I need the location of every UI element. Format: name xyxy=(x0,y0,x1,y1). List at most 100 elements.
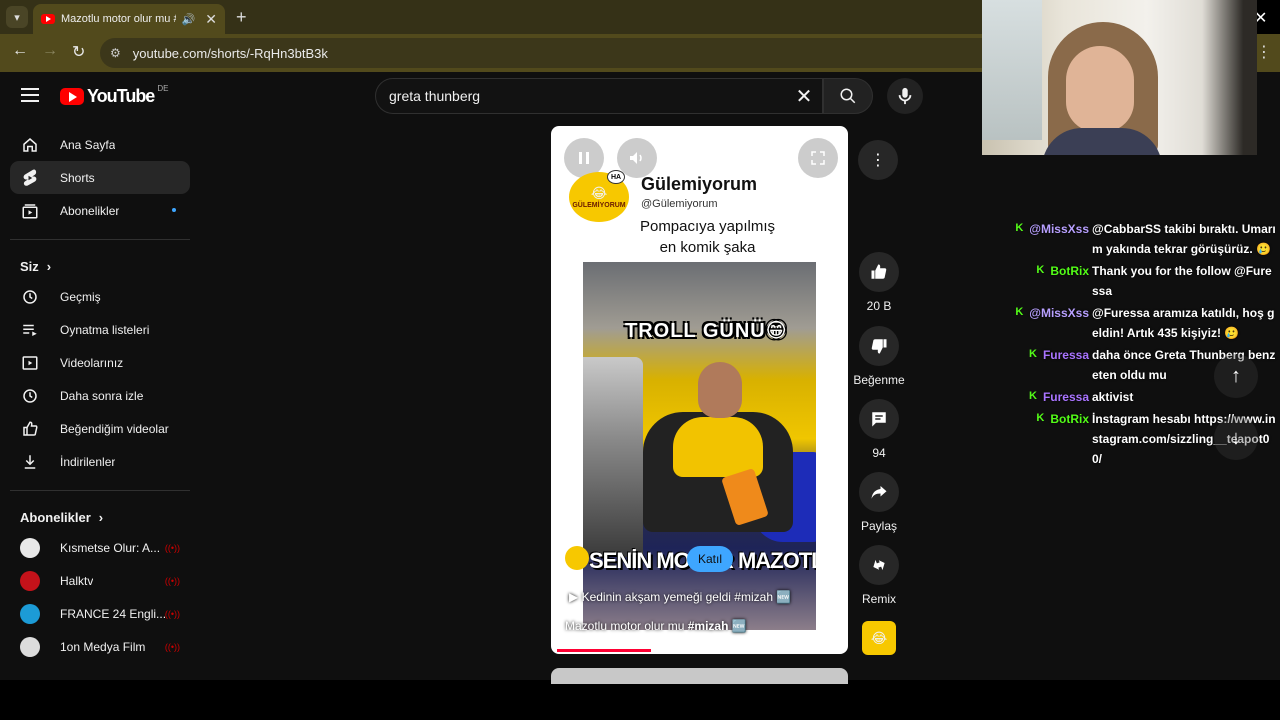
tab-search-chevron-icon[interactable]: ▾ xyxy=(6,6,28,28)
comments-button[interactable] xyxy=(859,399,899,439)
search-input[interactable]: greta thunberg xyxy=(389,88,791,104)
thumbs-up-icon xyxy=(871,264,887,279)
dislike-button[interactable] xyxy=(859,326,899,366)
like-button[interactable] xyxy=(859,252,899,292)
sidebar-item-label: Abonelikler xyxy=(60,203,120,218)
laughing-emoji-icon: 😂 xyxy=(590,185,608,201)
remix-action[interactable]: Remix xyxy=(853,545,905,606)
live-icon: ((•)) xyxy=(164,641,180,652)
live-icon: ((•)) xyxy=(164,575,180,586)
previous-short-button[interactable]: ↑ xyxy=(1214,354,1258,398)
shorts-icon xyxy=(20,168,40,188)
sidebar: Ana Sayfa Shorts Abonelikler Siz › Geçmi… xyxy=(0,128,200,680)
more-options-icon[interactable]: ⋮ xyxy=(858,140,898,180)
chat-username: @MissXss xyxy=(1029,306,1089,320)
sidebar-item-label: İndirilenler xyxy=(60,454,116,469)
remix-icon xyxy=(873,559,885,571)
channel-name[interactable]: Gülemiyorum xyxy=(641,174,757,195)
sound-thumbnail[interactable]: 😂 xyxy=(862,621,896,655)
suggested-video-title: Kedinin akşam yemeği geldi #mizah 🆕 xyxy=(581,590,792,604)
hashtag-link[interactable]: #mizah xyxy=(688,619,729,633)
attendant-head-graphic xyxy=(698,362,742,418)
next-short-preview[interactable] xyxy=(551,668,848,684)
kick-badge-icon: K xyxy=(1029,348,1037,360)
caption-line: en komik şaka xyxy=(659,239,756,256)
speaker-icon[interactable]: 🔊 xyxy=(182,13,196,26)
webcam-overlay xyxy=(982,0,1257,155)
share-button[interactable] xyxy=(859,472,899,512)
browser-tab[interactable]: Mazotlu motor olur mu #mizah 🔊 ✕ xyxy=(33,4,225,34)
youtube-logo[interactable]: YouTube DE xyxy=(60,84,169,107)
suggested-video-link[interactable]: ▶ Kedinin akşam yemeği geldi #mizah 🆕 xyxy=(569,590,791,604)
next-short-button[interactable]: ↓ xyxy=(1214,416,1258,460)
progress-fill xyxy=(557,649,652,652)
chat-text: @CabbarSS takibi bıraktı. Umarım yakında… xyxy=(1092,222,1276,256)
history-icon xyxy=(20,287,40,307)
video-overlay-title: TROLL GÜNÜ😁 xyxy=(625,320,788,342)
arrow-down-icon: ↓ xyxy=(1231,426,1241,449)
subscription-item[interactable]: FRANCE 24 Engli... ((•)) xyxy=(10,597,190,630)
shorts-player[interactable]: 😂 GÜLEMİYORUM HA Gülemiyorum @Gülemiyoru… xyxy=(551,126,848,654)
sidebar-item-label: Videolarınız xyxy=(60,355,124,370)
short-title: Mazotlu motor olur mu #mizah 🆕 xyxy=(565,619,747,633)
subscriptions-icon xyxy=(20,201,40,221)
kick-badge-icon: K xyxy=(1029,390,1037,402)
new-tab-plus-icon[interactable]: + xyxy=(236,7,247,28)
dislike-action[interactable]: Beğenme xyxy=(853,326,905,387)
voice-search-button[interactable] xyxy=(887,78,923,114)
divider xyxy=(10,239,190,240)
section-title-you[interactable]: Siz › xyxy=(0,252,200,280)
share-label: Paylaş xyxy=(860,519,898,533)
reload-icon[interactable]: ↻ xyxy=(72,42,85,62)
kick-badge-icon: K xyxy=(1036,264,1045,276)
browser-menu-icon[interactable]: ⋮ xyxy=(1256,42,1272,62)
section-title-subscriptions[interactable]: Abonelikler › xyxy=(0,503,200,531)
share-arrow-icon xyxy=(871,486,887,499)
subscription-label: FRANCE 24 Engli... xyxy=(60,606,167,621)
site-info-icon[interactable]: ⚙ xyxy=(110,46,121,60)
tab-close-icon[interactable]: ✕ xyxy=(205,11,217,28)
country-code: DE xyxy=(157,84,169,93)
sidebar-item-subscriptions[interactable]: Abonelikler xyxy=(10,194,190,227)
comments-action[interactable]: 94 xyxy=(853,399,905,460)
chat-username: BotRix xyxy=(1050,264,1089,278)
chat-username: Furessa xyxy=(1042,390,1089,404)
downloads-icon xyxy=(20,452,40,472)
progress-bar[interactable] xyxy=(557,649,842,652)
subscription-label: Kısmetse Olur: A... xyxy=(60,540,161,555)
channel-avatar xyxy=(20,570,40,591)
youtube-play-icon xyxy=(60,88,84,105)
sidebar-item-downloads[interactable]: İndirilenler xyxy=(10,445,190,478)
forward-arrow-icon[interactable]: → xyxy=(42,42,58,60)
kick-badge-icon: K xyxy=(1015,306,1024,318)
sidebar-item-shorts[interactable]: Shorts xyxy=(10,161,190,194)
sidebar-item-home[interactable]: Ana Sayfa xyxy=(10,128,190,161)
clear-search-icon[interactable]: ✕ xyxy=(791,84,817,109)
chat-username: @MissXss xyxy=(1029,222,1089,236)
fullscreen-button[interactable] xyxy=(798,138,838,178)
search-box[interactable]: greta thunberg ✕ xyxy=(375,78,823,114)
search-button[interactable] xyxy=(823,78,873,114)
subscription-item[interactable]: Kısmetse Olur: A... ((•)) xyxy=(10,531,190,564)
sidebar-item-watch-later[interactable]: Daha sonra izle xyxy=(10,379,190,412)
sidebar-item-history[interactable]: Geçmiş xyxy=(10,280,190,313)
hamburger-menu-icon[interactable] xyxy=(21,88,39,106)
channel-logo-label: GÜLEMİYORUM xyxy=(572,202,626,209)
join-button[interactable]: Katıl xyxy=(687,546,733,572)
logo-text: YouTube xyxy=(87,86,155,106)
watch-later-icon xyxy=(20,386,40,406)
sidebar-item-label: Beğendiğim videolar xyxy=(60,421,169,436)
subscription-item[interactable]: Halktv ((•)) xyxy=(10,564,190,597)
back-arrow-icon[interactable]: ← xyxy=(12,42,28,60)
sidebar-item-your-videos[interactable]: Videolarınız xyxy=(10,346,190,379)
sidebar-item-liked-videos[interactable]: Beğendiğim videolar xyxy=(10,412,190,445)
like-action[interactable]: 20 B xyxy=(853,252,905,313)
subscription-item[interactable]: 1on Medya Film ((•)) xyxy=(10,630,190,663)
sidebar-item-playlists[interactable]: Oynatma listeleri xyxy=(10,313,190,346)
channel-avatar-small[interactable] xyxy=(565,546,589,570)
share-action[interactable]: Paylaş xyxy=(853,472,905,533)
webcam-window-background xyxy=(982,0,1042,140)
remix-button[interactable] xyxy=(859,545,899,585)
comment-count: 94 xyxy=(872,446,886,460)
video-frame[interactable]: TROLL GÜNÜ😁 SENİN MOTOR MAZOTLU xyxy=(583,262,816,630)
